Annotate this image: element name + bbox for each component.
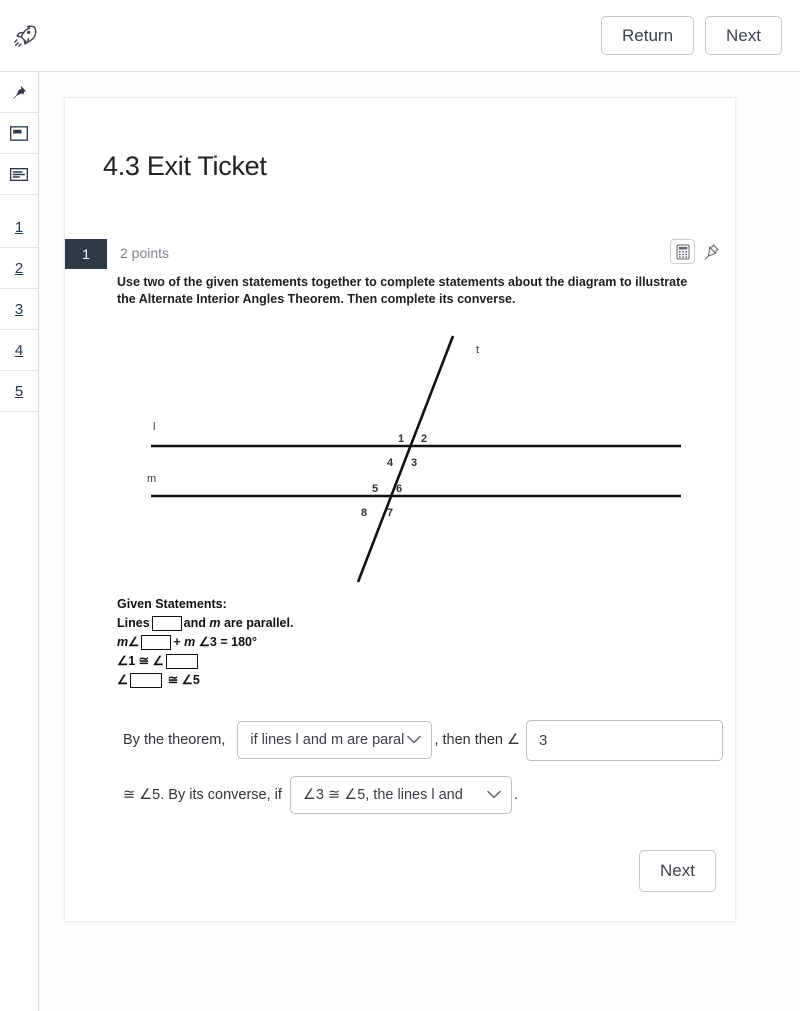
calculator-icon[interactable] (670, 239, 695, 264)
given-statement-4: ∠ ≅ ∠5 (117, 671, 293, 690)
sidebar-item-2[interactable]: 2 (0, 248, 38, 289)
given-1-post: are parallel. (220, 615, 294, 630)
line-t (356, 335, 455, 583)
card-next-wrap: Next (639, 850, 716, 892)
answer-row-theorem: By the theorem, if lines l and m are par… (123, 718, 723, 762)
given-4-pre: ∠ (117, 672, 129, 687)
return-button[interactable]: Return (601, 15, 695, 56)
converse-lead-text: ≅ ∠5. By its converse, if (123, 787, 282, 803)
answer-lead-text: By the theorem, (123, 732, 230, 748)
svg-text:8: 8 (361, 507, 367, 519)
answer-row-converse: ≅ ∠5. By its converse, if ∠3 ≅ ∠5, the l… (123, 773, 723, 817)
svg-text:2: 2 (421, 433, 427, 445)
given-1-italic: m (209, 615, 221, 630)
question-points: 2 points (120, 245, 170, 261)
rocket-icon[interactable] (5, 23, 45, 49)
theorem-dropdown[interactable]: if lines l and m are paral (237, 721, 433, 759)
sidebar: 1 2 3 4 5 (0, 72, 39, 1011)
given-1-blank[interactable] (151, 615, 182, 631)
svg-text:5: 5 (372, 483, 378, 495)
sidebar-slide-icon[interactable] (0, 113, 38, 154)
given-3-blank[interactable] (165, 653, 198, 669)
given-1-pre: Lines (117, 615, 150, 630)
given-statement-2: m ∠ + m ∠3 = 180° (117, 633, 293, 652)
answer-area: By the theorem, if lines l and m are par… (123, 718, 723, 817)
quiz-page: Return Next 1 2 3 4 5 4.3 Exit Ticket 1 … (0, 0, 800, 1011)
given-4-blank[interactable] (130, 672, 163, 688)
page-title: 4.3 Exit Ticket (103, 151, 267, 181)
given-2-blank[interactable] (141, 634, 172, 650)
converse-dropdown[interactable]: ∠3 ≅ ∠5, the lines l and (289, 776, 512, 814)
answer-mid-text: , then then ∠ (434, 732, 520, 748)
question-prompt: Use two of the given statements together… (117, 275, 688, 307)
svg-text:3: 3 (411, 457, 417, 469)
sidebar-text-lines-icon[interactable] (0, 154, 38, 195)
given-statements: Given Statements: Lines and m are parall… (117, 598, 293, 690)
svg-text:4: 4 (387, 457, 394, 469)
pin-icon[interactable] (703, 243, 720, 260)
angle-answer-input[interactable] (526, 719, 723, 761)
geometry-diagram: l m t 1 2 4 3 5 6 8 7 (113, 320, 723, 590)
question-header: 1 2 points (65, 239, 737, 269)
given-1-and: and (183, 615, 210, 630)
svg-text:6: 6 (396, 483, 402, 495)
given-3-pre: ∠1 ≅ ∠ (117, 653, 164, 668)
sidebar-item-1[interactable]: 1 (0, 207, 38, 248)
given-2-italic-2: m (184, 634, 196, 649)
sidebar-item-5[interactable]: 5 (0, 371, 38, 412)
given-2-angle: ∠ (128, 634, 140, 649)
topbar-actions: Return Next (601, 15, 782, 56)
given-2-mid: + (173, 634, 185, 649)
svg-text:1: 1 (398, 433, 404, 445)
converse-dropdown-value: ∠3 ≅ ∠5, the lines l and (302, 787, 463, 803)
svg-text:l: l (153, 421, 155, 433)
theorem-dropdown-value: if lines l and m are paral (250, 732, 405, 748)
top-bar: Return Next (0, 0, 800, 72)
given-statement-3: ∠1 ≅ ∠ (117, 652, 293, 671)
svg-text:7: 7 (387, 507, 393, 519)
next-button-bottom[interactable]: Next (639, 850, 716, 892)
sidebar-divider (0, 195, 38, 207)
svg-text:t: t (476, 344, 479, 356)
converse-period: . (513, 787, 518, 803)
given-2-post: ∠3 = 180° (195, 634, 257, 649)
question-number-badge: 1 (65, 239, 107, 269)
given-2-italic: m (117, 634, 129, 649)
given-4-post: ≅ ∠5 (164, 672, 200, 687)
chevron-down-icon (407, 732, 422, 748)
sidebar-pin-icon[interactable] (0, 72, 38, 113)
next-button-top[interactable]: Next (705, 15, 782, 56)
given-statement-1: Lines and m are parallel. (117, 614, 293, 633)
sidebar-item-4[interactable]: 4 (0, 330, 38, 371)
svg-text:m: m (147, 473, 156, 485)
chevron-down-icon (487, 787, 501, 803)
question-card: 4.3 Exit Ticket 1 2 points Use two of th… (64, 97, 736, 922)
given-statements-title: Given Statements: (117, 597, 227, 611)
sidebar-item-3[interactable]: 3 (0, 289, 38, 330)
question-tools (670, 239, 720, 264)
